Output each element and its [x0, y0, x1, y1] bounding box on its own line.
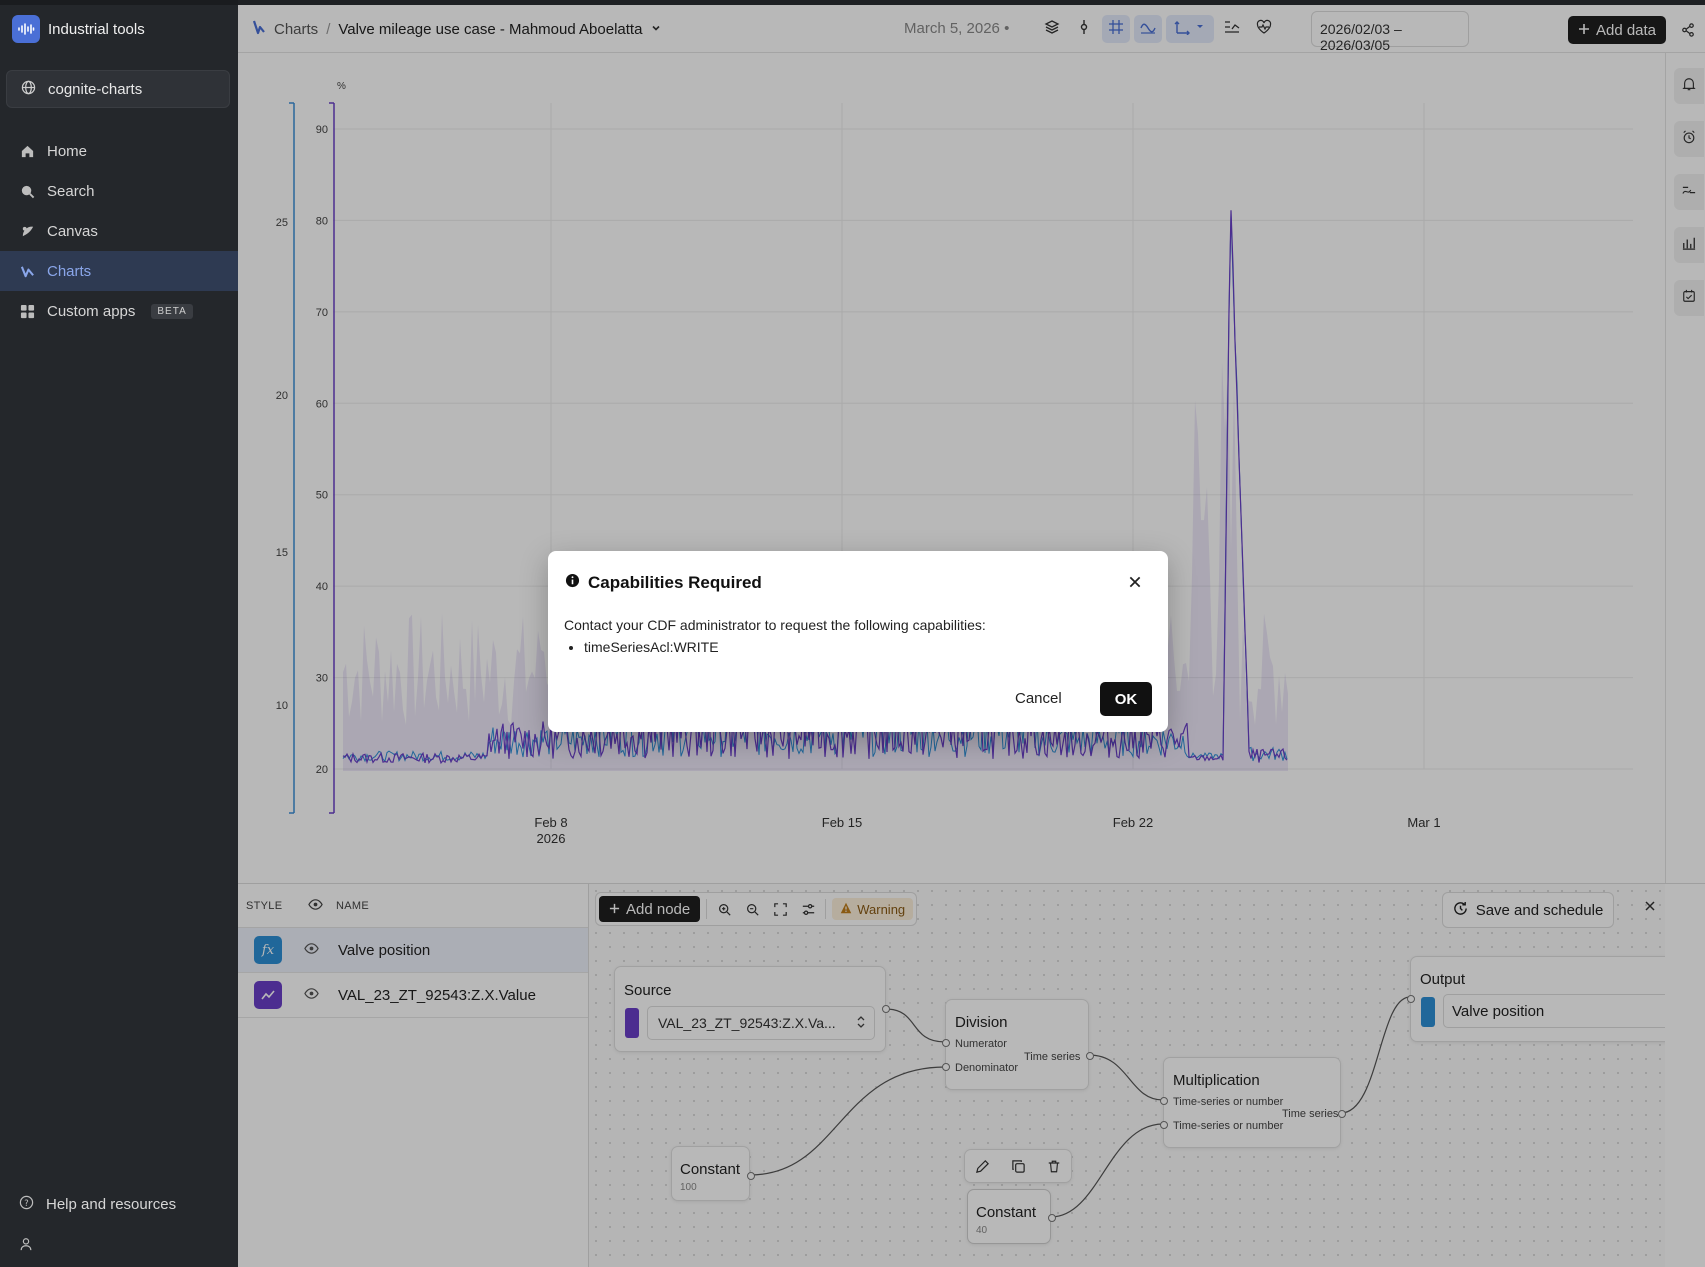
capability-item: timeSeriesAcl:WRITE: [584, 639, 986, 655]
main-nav: Home Search Canvas Charts Custom apps BE…: [0, 131, 238, 331]
nav-item-label: Charts: [47, 262, 92, 280]
capabilities-required-dialog: Capabilities Required Contact your CDF a…: [548, 551, 1168, 732]
project-switcher[interactable]: cognite-charts: [6, 70, 230, 108]
nav-item-label: Custom apps: [47, 302, 136, 320]
grid-apps-icon: [19, 303, 35, 319]
app-name: Industrial tools: [48, 20, 145, 38]
help-and-resources[interactable]: ? Help and resources: [19, 1195, 176, 1214]
help-label: Help and resources: [46, 1196, 177, 1213]
dialog-title: Capabilities Required: [588, 573, 762, 592]
dialog-body: Contact your CDF administrator to reques…: [564, 617, 986, 655]
dialog-header: Capabilities Required: [565, 573, 762, 593]
sidebar: Industrial tools cognite-charts Home Sea…: [0, 0, 238, 1267]
home-icon: [19, 143, 35, 159]
beta-badge: BETA: [151, 303, 193, 319]
window-topbar: [0, 0, 238, 5]
dialog-message: Contact your CDF administrator to reques…: [564, 617, 986, 633]
canvas-icon: [19, 223, 35, 239]
globe-icon: [21, 80, 36, 99]
nav-item-canvas[interactable]: Canvas: [0, 211, 238, 251]
cancel-button[interactable]: Cancel: [1015, 681, 1062, 715]
help-icon: ?: [19, 1195, 34, 1214]
nav-item-search[interactable]: Search: [0, 171, 238, 211]
charts-icon: [19, 263, 35, 279]
project-name: cognite-charts: [48, 80, 143, 98]
svg-text:?: ?: [24, 1198, 28, 1208]
search-icon: [19, 183, 35, 199]
nav-item-charts[interactable]: Charts: [0, 251, 238, 291]
app-brand[interactable]: Industrial tools: [12, 15, 145, 43]
app-logo-icon: [12, 15, 40, 43]
nav-item-custom-apps[interactable]: Custom apps BETA: [0, 291, 238, 331]
capability-list: timeSeriesAcl:WRITE: [584, 639, 986, 655]
info-icon: [565, 573, 580, 593]
nav-item-label: Canvas: [47, 222, 98, 240]
nav-item-home[interactable]: Home: [0, 131, 238, 171]
user-icon[interactable]: [19, 1237, 33, 1256]
close-icon[interactable]: [1128, 575, 1142, 594]
nav-item-label: Home: [47, 142, 88, 160]
nav-item-label: Search: [47, 182, 95, 200]
ok-button[interactable]: OK: [1100, 682, 1152, 716]
